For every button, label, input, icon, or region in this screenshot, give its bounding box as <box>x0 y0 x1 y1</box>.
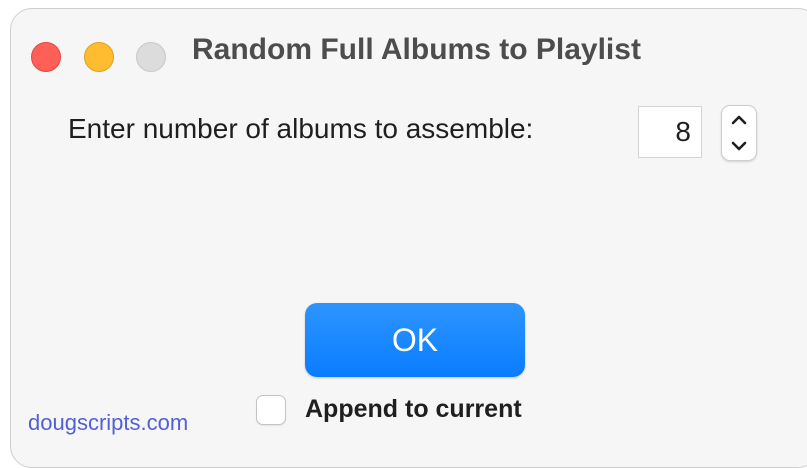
chevron-up-icon <box>731 115 747 125</box>
zoom-window-button <box>136 42 166 72</box>
append-to-current-checkbox[interactable] <box>256 395 286 425</box>
append-to-current-label[interactable]: Append to current <box>305 395 522 424</box>
minimize-window-button[interactable] <box>84 42 114 72</box>
ok-button[interactable]: OK <box>305 303 525 377</box>
chevron-down-icon <box>731 141 747 151</box>
album-count-input[interactable] <box>638 106 702 158</box>
stepper-decrement-button[interactable] <box>722 133 756 160</box>
dialog-window: Random Full Albums to Playlist Enter num… <box>10 8 807 468</box>
stepper-increment-button[interactable] <box>722 106 756 133</box>
title-bar[interactable]: Random Full Albums to Playlist <box>11 9 807 85</box>
window-title: Random Full Albums to Playlist <box>192 33 641 66</box>
dougscripts-link[interactable]: dougscripts.com <box>28 410 188 436</box>
close-window-button[interactable] <box>31 42 61 72</box>
album-count-label: Enter number of albums to assemble: <box>68 113 534 144</box>
album-count-stepper[interactable] <box>721 105 757 161</box>
